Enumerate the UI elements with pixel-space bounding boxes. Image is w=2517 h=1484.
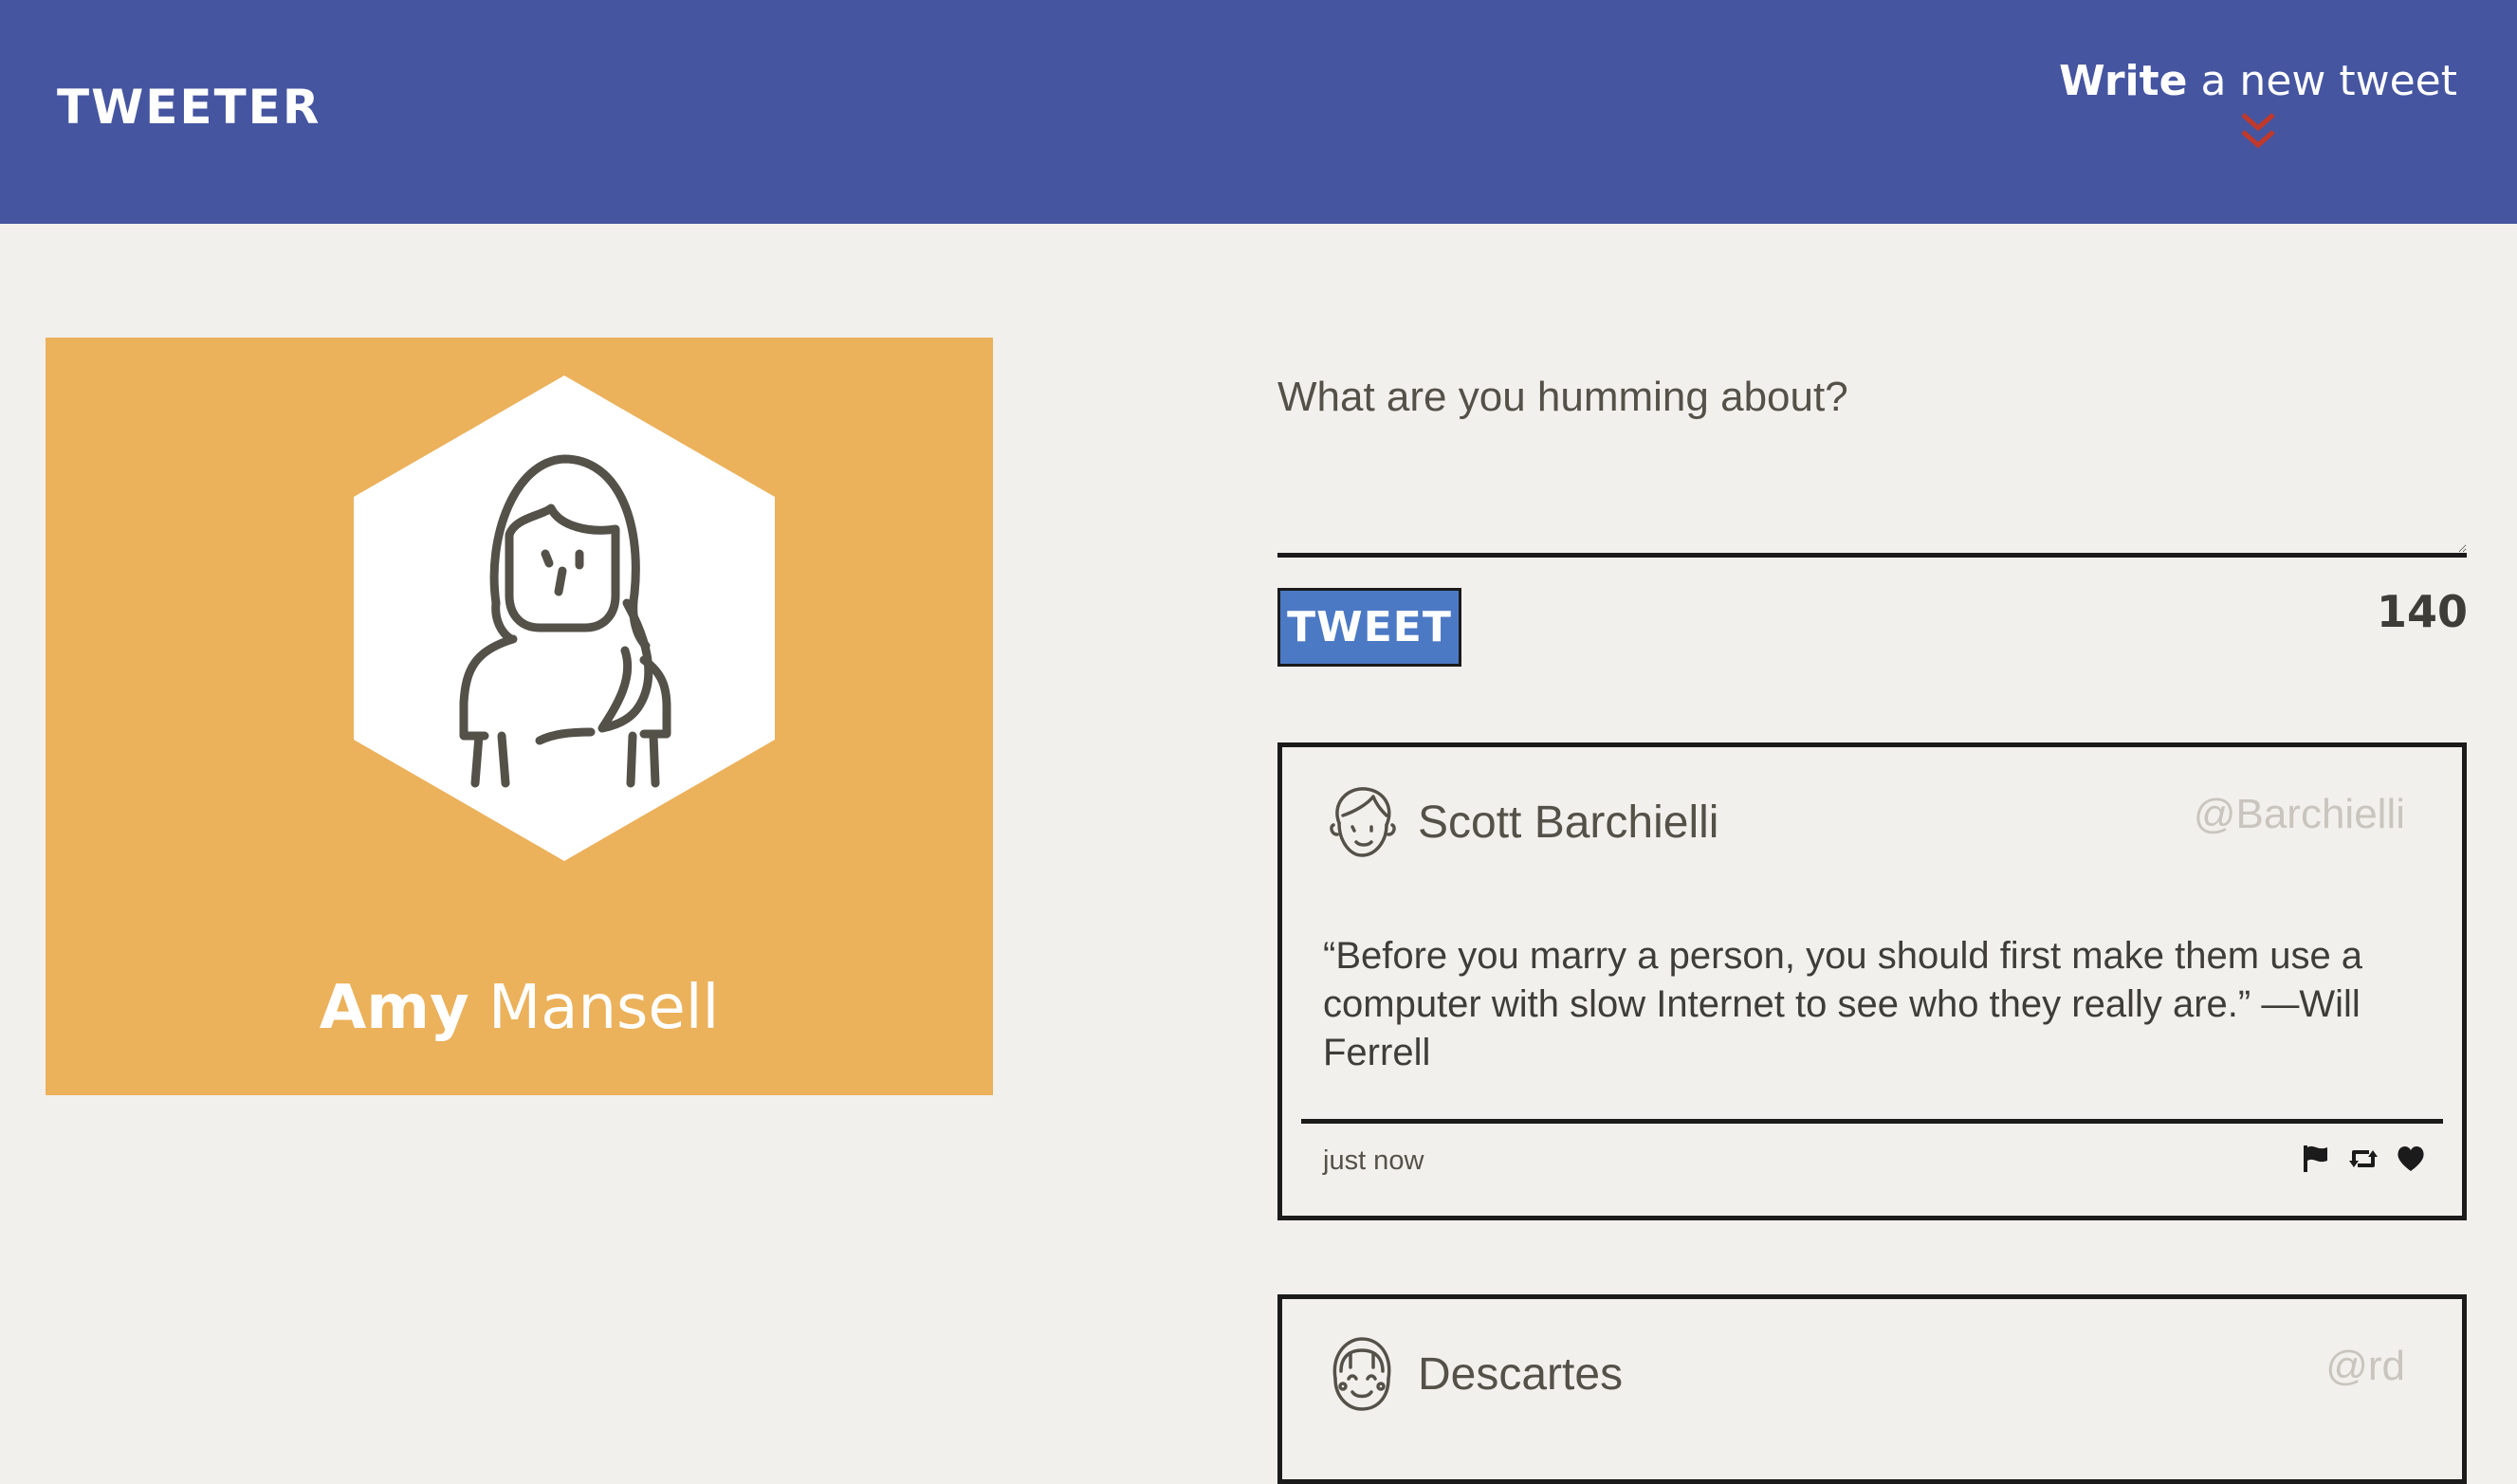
flag-icon[interactable] [2301, 1144, 2331, 1174]
compose-toggle-bold: Write [2059, 57, 2188, 105]
tweet-timestamp: just now [1323, 1145, 1424, 1176]
smiling-avatar-icon [1332, 1337, 1391, 1411]
character-counter: 140 [2376, 586, 2468, 637]
compose-toggle-text: a new tweet [2187, 57, 2457, 105]
profile-last-name: Mansell [488, 973, 720, 1043]
retweet-icon[interactable] [2348, 1144, 2379, 1174]
double-chevron-down-icon[interactable] [2237, 109, 2279, 155]
tweet-author-handle: @Barchielli [2193, 791, 2405, 837]
tweet-author-name: Descartes [1418, 1349, 1624, 1400]
man-avatar-icon [1330, 787, 1396, 857]
tweet-actions [2301, 1144, 2426, 1174]
profile-card: Amy Mansell [46, 338, 993, 1095]
top-nav: TWEETER Write a new tweet [0, 0, 2517, 224]
profile-name: Amy Mansell [46, 973, 993, 1043]
tweet-input[interactable] [1277, 368, 2467, 558]
tweet-author-handle: @rd [2325, 1343, 2405, 1389]
woman-avatar-icon [354, 376, 775, 861]
profile-first-name: Amy [319, 973, 469, 1043]
heart-icon[interactable] [2396, 1144, 2426, 1174]
tweet-submit-button[interactable]: TWEET [1277, 588, 1461, 667]
write-new-tweet-toggle[interactable]: Write a new tweet [2059, 57, 2457, 155]
brand-logo[interactable]: TWEETER [57, 80, 321, 135]
tweet-card: Scott Barchielli @Barchielli “Before you… [1277, 742, 2467, 1220]
tweet-divider [1301, 1119, 2443, 1124]
tweet-card: Descartes @rd [1277, 1294, 2467, 1484]
tweet-author-name: Scott Barchielli [1418, 797, 1719, 848]
tweet-text: “Before you marry a person, you should f… [1323, 935, 2363, 1073]
